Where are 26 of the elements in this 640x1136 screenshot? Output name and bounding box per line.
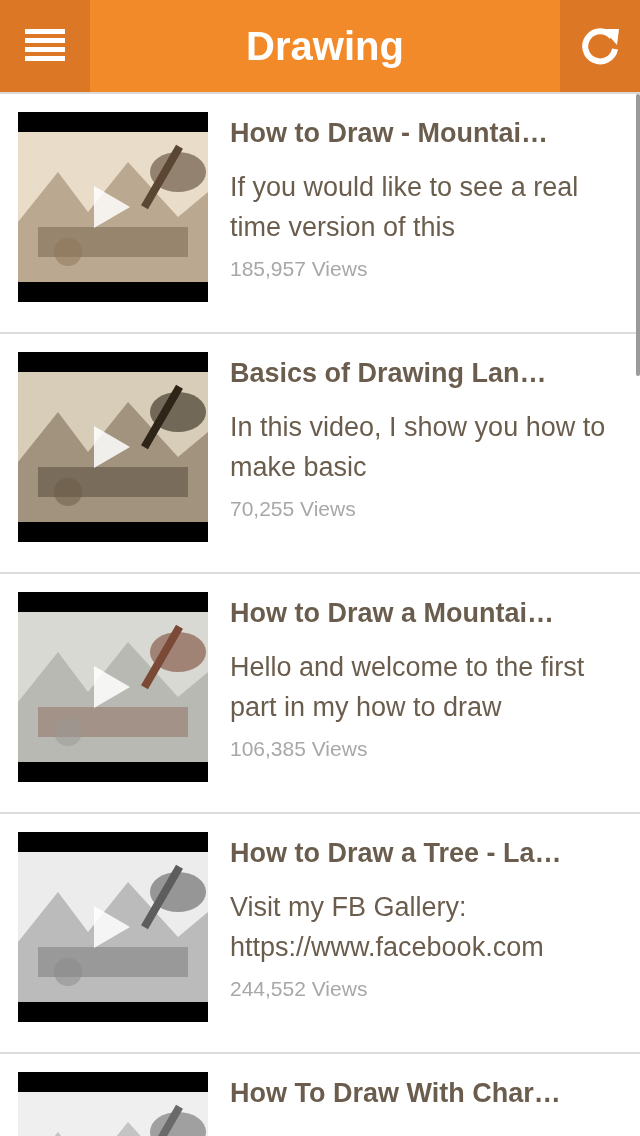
play-icon (94, 426, 130, 468)
video-title[interactable]: Basics of Drawing Lan… (230, 358, 620, 389)
video-thumbnail[interactable] (18, 832, 208, 1022)
play-icon (94, 906, 130, 948)
video-title[interactable]: How To Draw With Char… (230, 1078, 561, 1109)
video-description: If you would like to see a real time version of this (230, 171, 580, 244)
video-title[interactable]: How to Draw a Tree - La… (230, 838, 620, 869)
video-title[interactable]: How to Draw - Mountai… (230, 118, 620, 149)
page-title: Drawing (245, 22, 405, 70)
play-icon (94, 666, 130, 708)
refresh-icon (579, 25, 621, 67)
video-title[interactable]: How to Draw a Mountai… (230, 598, 620, 629)
video-thumbnail[interactable] (18, 592, 208, 782)
video-description: Visit my FB Gallery: https://www.facebook.com (230, 891, 545, 964)
view-count: 70,255 Views (230, 497, 357, 521)
view-count: 244,552 Views (230, 977, 369, 1001)
video-description: Hello and welcome to the first part in my how to draw (230, 651, 586, 724)
view-count: 185,957 Views (230, 257, 369, 281)
menu-icon (25, 28, 65, 64)
video-thumbnail[interactable] (18, 352, 208, 542)
refresh-button[interactable] (560, 0, 640, 92)
menu-button[interactable] (0, 0, 90, 92)
view-count: 106,385 Views (230, 737, 369, 761)
play-icon (94, 186, 130, 228)
video-description: In this video, I show you how to make basic (230, 411, 607, 484)
video-thumbnail[interactable] (18, 112, 208, 302)
